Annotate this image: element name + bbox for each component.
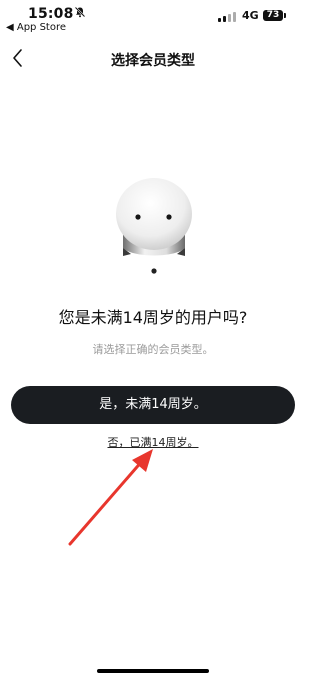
navigation-bar: 选择会员类型: [0, 40, 306, 76]
page-title: 选择会员类型: [111, 53, 195, 69]
mascot-icon: [111, 176, 197, 276]
status-bar: 15:08 ◀ App Store 4G 73: [0, 0, 306, 40]
network-type: 4G: [242, 9, 259, 22]
bell-slash-icon: [74, 6, 86, 21]
status-time: 15:08: [28, 6, 74, 22]
signal-icon: [218, 12, 238, 22]
over-14-link[interactable]: 否，已满14周岁。: [108, 436, 199, 449]
hint-text: 请选择正确的会员类型。: [92, 343, 214, 356]
age-question: 您是未满14周岁的用户吗?: [58, 308, 248, 327]
battery-icon: 73: [263, 10, 286, 21]
back-to-app-store-link[interactable]: ◀ App Store: [6, 22, 66, 33]
under-14-button[interactable]: 是，未满14周岁。: [11, 386, 295, 424]
over-14-link-row: 否，已满14周岁。: [0, 434, 306, 450]
home-indicator: [97, 669, 209, 673]
